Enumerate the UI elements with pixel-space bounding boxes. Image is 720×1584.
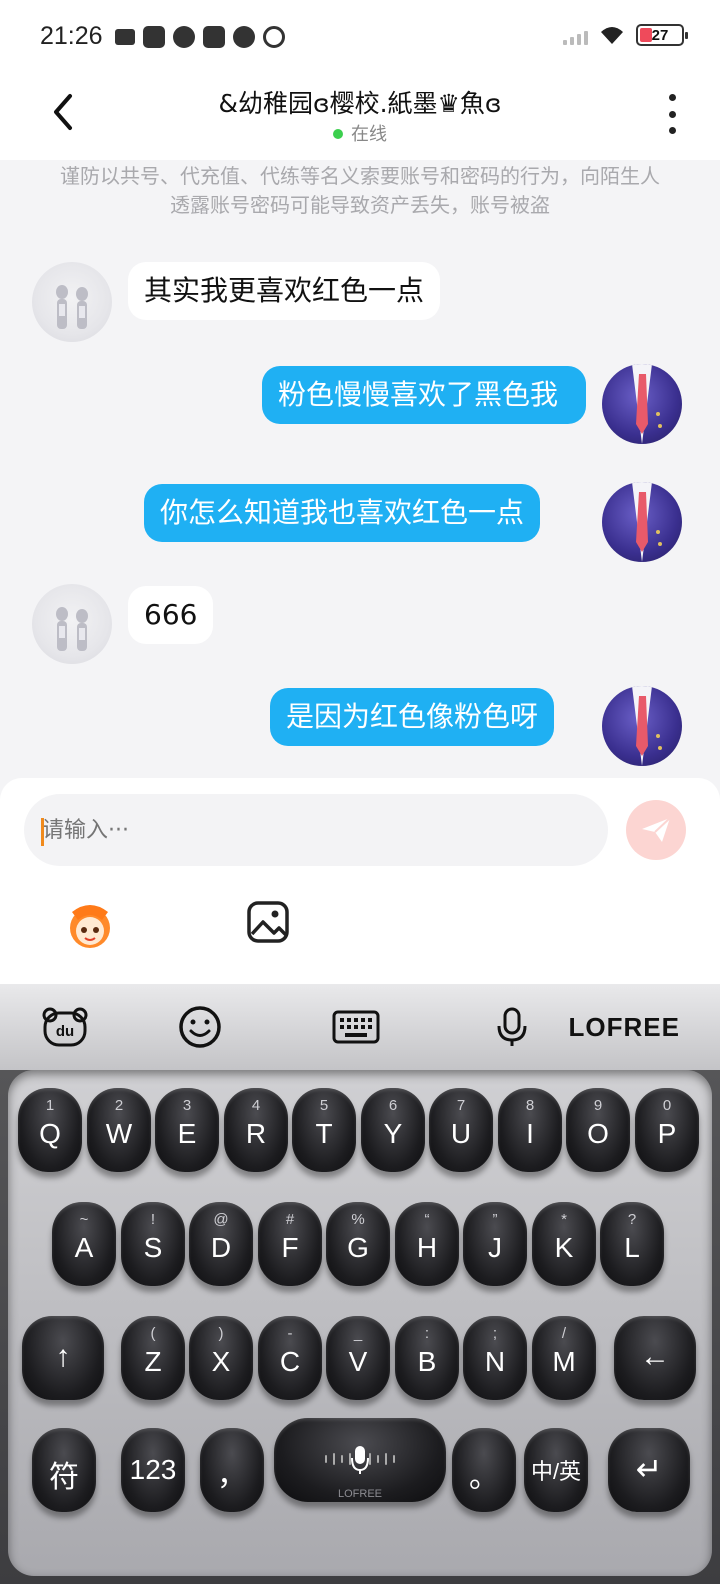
- key-o[interactable]: 9O: [566, 1088, 630, 1172]
- key-a[interactable]: ~ A: [52, 1202, 116, 1286]
- space-key[interactable]: LOFREE: [274, 1418, 446, 1502]
- message-bubble-incoming[interactable]: 其实我更喜欢红色一点: [128, 262, 441, 320]
- app-icon: [203, 26, 225, 48]
- keyboard-keys: 1Q 2W 3E 4R 5T 6Y 7U 8I 9O 0P ~ A ! S @ D #…: [8, 1070, 712, 1576]
- key-j[interactable]: ” J: [463, 1202, 527, 1286]
- key-v[interactable]: _ V: [326, 1316, 390, 1400]
- sticker-icon[interactable]: [62, 900, 118, 950]
- video-icon: [115, 29, 135, 45]
- text-caret: [41, 818, 44, 846]
- key-y[interactable]: 6Y: [361, 1088, 425, 1172]
- image-icon[interactable]: [246, 900, 290, 944]
- language-switch-key[interactable]: 中/英: [524, 1428, 588, 1512]
- numbers-key[interactable]: 123: [121, 1428, 185, 1512]
- status-bar: 21:26 27: [0, 0, 720, 76]
- emoji-icon[interactable]: [178, 1006, 222, 1048]
- message-bubble-incoming[interactable]: 666: [128, 586, 214, 644]
- key-q[interactable]: 1Q: [18, 1088, 82, 1172]
- key-f[interactable]: # F: [258, 1202, 322, 1286]
- fan-icon: [233, 26, 255, 48]
- message-bubble-outgoing[interactable]: 是因为红色像粉色呀: [270, 688, 555, 746]
- chat-title: &幼稚园ɞ樱校.紙墨♛魚ɞ: [218, 89, 502, 118]
- send-icon: [642, 817, 671, 842]
- message-input[interactable]: [24, 794, 608, 866]
- compose-panel: [0, 778, 720, 984]
- online-status-label: 在线: [351, 124, 387, 145]
- key-s[interactable]: ! S: [121, 1202, 185, 1286]
- my-avatar[interactable]: [602, 482, 682, 562]
- more-options-icon[interactable]: [666, 94, 678, 134]
- online-status: 在线: [0, 120, 720, 146]
- my-avatar[interactable]: [602, 686, 682, 766]
- send-button[interactable]: [626, 800, 686, 860]
- symbols-key[interactable]: 符: [32, 1428, 96, 1512]
- online-dot-icon: [333, 129, 343, 139]
- signal-icon: [563, 25, 588, 45]
- key-e[interactable]: 3E: [155, 1088, 219, 1172]
- key-t[interactable]: 5T: [292, 1088, 356, 1172]
- check-icon: [173, 26, 195, 48]
- chat-header: &幼稚园ɞ樱校.紙墨♛魚ɞ 在线: [0, 76, 720, 160]
- safety-notice: 谨防以共号、代充值、代练等名义索要账号和密码的行为，向陌生人透露账号密码可能导致…: [60, 164, 660, 217]
- key-x[interactable]: ) X: [189, 1316, 253, 1400]
- comma-key[interactable]: ，: [200, 1428, 264, 1512]
- key-d[interactable]: @ D: [189, 1202, 253, 1286]
- enter-key[interactable]: ↵: [608, 1428, 690, 1512]
- wifi-icon: [601, 27, 623, 44]
- contact-avatar[interactable]: [32, 584, 112, 664]
- du-icon[interactable]: du: [42, 1006, 88, 1048]
- key-h[interactable]: “H: [395, 1202, 459, 1286]
- key-m[interactable]: / M: [532, 1316, 596, 1400]
- key-u[interactable]: 7U: [429, 1088, 493, 1172]
- key-g[interactable]: % G: [326, 1202, 390, 1286]
- key-b[interactable]: :B: [395, 1316, 459, 1400]
- key-n[interactable]: ; N: [463, 1316, 527, 1400]
- status-time: 21:26: [40, 22, 103, 50]
- clock-icon: [263, 26, 285, 48]
- microphone-icon[interactable]: [494, 1006, 530, 1048]
- app-icon: [143, 26, 165, 48]
- key-l[interactable]: ? L: [600, 1202, 664, 1286]
- battery-level: 27: [651, 26, 669, 44]
- key-i[interactable]: 8I: [498, 1088, 562, 1172]
- shift-key[interactable]: ↑: [22, 1316, 104, 1400]
- key-c[interactable]: -C: [258, 1316, 322, 1400]
- key-z[interactable]: (Z: [121, 1316, 185, 1400]
- key-k[interactable]: * K: [532, 1202, 596, 1286]
- key-r[interactable]: 4R: [224, 1088, 288, 1172]
- backspace-key[interactable]: ←: [614, 1316, 696, 1400]
- keyboard-toolbar: du LOFREE: [0, 984, 720, 1070]
- message-bubble-outgoing[interactable]: 你怎么知道我也喜欢红色一点: [144, 484, 541, 542]
- notification-icons: [115, 26, 285, 48]
- keyboard: du LOFREE 1 Q 2 W 3 E 4 R 5 T 6 Y 7 U 8 …: [0, 984, 720, 1584]
- contact-avatar[interactable]: [32, 262, 112, 342]
- my-avatar[interactable]: [602, 364, 682, 444]
- key-p[interactable]: 0P: [635, 1088, 699, 1172]
- battery-icon: 27: [636, 24, 688, 46]
- svg-text:du: du: [56, 1023, 74, 1040]
- keyboard-icon[interactable]: [332, 1006, 380, 1048]
- keyboard-brand-logo: LOFREE: [568, 1012, 680, 1042]
- period-key[interactable]: 。: [452, 1428, 516, 1512]
- message-bubble-outgoing[interactable]: 粉色慢慢喜欢了黑色我: [262, 366, 586, 424]
- key-w[interactable]: 2W: [87, 1088, 151, 1172]
